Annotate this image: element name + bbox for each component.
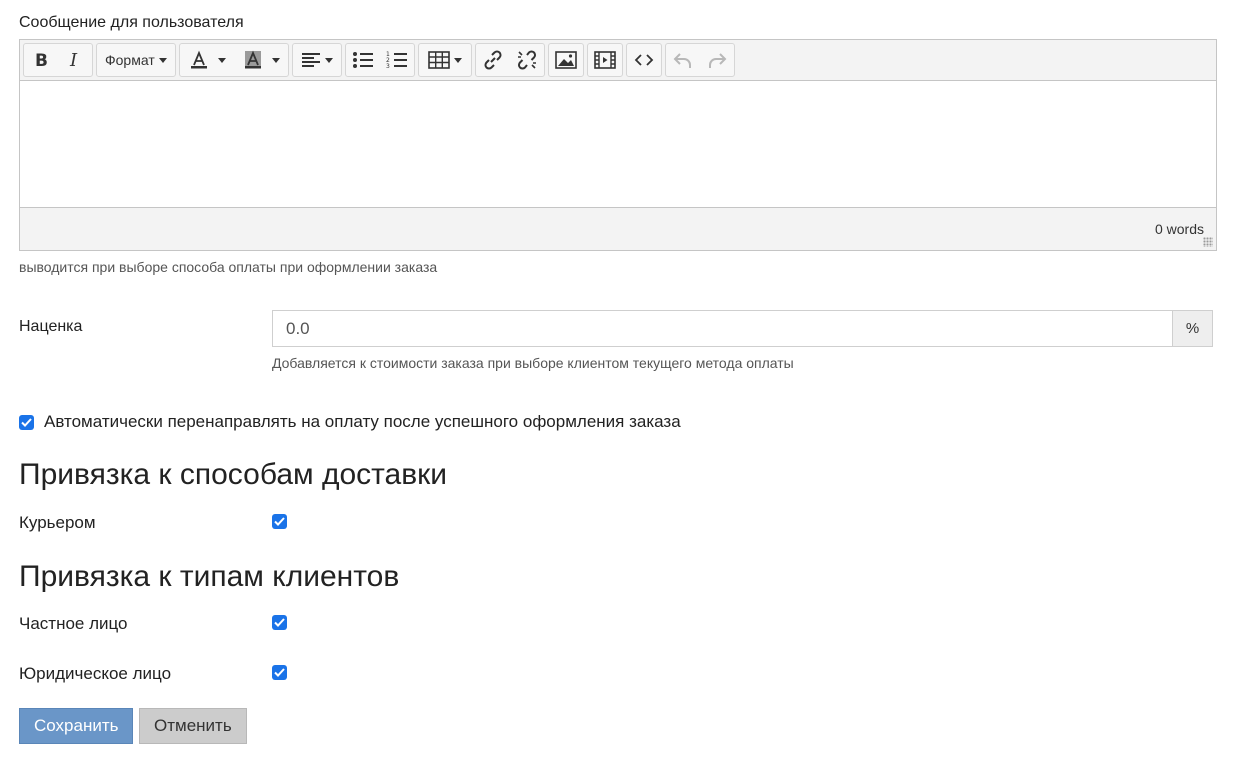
checkmark-icon xyxy=(274,668,285,677)
client-type-private-field xyxy=(272,615,287,630)
delivery-courier-field xyxy=(272,514,287,529)
chevron-down-icon xyxy=(158,57,167,63)
italic-icon: I xyxy=(69,51,78,69)
toolbar-group-code xyxy=(625,43,662,77)
bullet-list-button[interactable] xyxy=(346,44,380,76)
unlink-button[interactable] xyxy=(510,44,544,76)
redo-icon xyxy=(708,53,727,68)
editor-label: Сообщение для пользователя xyxy=(19,14,244,31)
undo-button[interactable] xyxy=(666,44,700,76)
source-code-button[interactable] xyxy=(627,44,661,76)
chevron-down-icon xyxy=(453,57,462,63)
toolbar-group-color xyxy=(178,43,289,77)
chevron-down-icon xyxy=(324,57,333,63)
toolbar-group-align xyxy=(291,43,342,77)
percent-addon: % xyxy=(1172,310,1213,347)
text-color-icon xyxy=(190,50,207,69)
toolbar-group-format: Формат xyxy=(96,43,176,77)
table-button[interactable] xyxy=(419,44,471,76)
delivery-section-title: Привязка к способам доставки xyxy=(19,458,448,491)
background-color-button[interactable] xyxy=(234,44,288,76)
unlink-icon xyxy=(517,50,536,70)
text-color-button[interactable] xyxy=(180,44,234,76)
svg-text:3: 3 xyxy=(386,63,390,70)
chevron-down-icon xyxy=(217,57,226,63)
bullet-list-icon xyxy=(352,52,373,68)
markup-label: Наценка xyxy=(19,318,83,335)
editor-content-area[interactable] xyxy=(20,81,1216,207)
bold-button[interactable]: B xyxy=(24,44,58,76)
redo-button[interactable] xyxy=(700,44,734,76)
toolbar-group-media xyxy=(586,43,623,77)
toolbar-group-image xyxy=(547,43,584,77)
toolbar-group-links xyxy=(474,43,545,77)
editor-help-text: выводится при выборе способа оплаты при … xyxy=(19,259,438,275)
auto-redirect-label: Автоматически перенаправлять на оплату п… xyxy=(44,412,681,431)
markup-input-group: % xyxy=(272,310,1213,347)
resize-handle-icon[interactable] xyxy=(1203,237,1213,247)
delivery-courier-label: Курьером xyxy=(19,513,96,532)
media-button[interactable] xyxy=(588,44,622,76)
numbered-list-icon: 123 xyxy=(386,51,407,70)
align-button[interactable] xyxy=(293,44,341,76)
auto-redirect-row: Автоматически перенаправлять на оплату п… xyxy=(19,412,681,432)
toolbar-group-lists: 123 xyxy=(344,43,415,77)
italic-button[interactable]: I xyxy=(58,44,92,76)
format-dropdown[interactable]: Формат xyxy=(97,44,175,76)
svg-text:I: I xyxy=(69,51,78,69)
client-type-private-label: Частное лицо xyxy=(19,614,128,633)
client-type-legal-field xyxy=(272,665,287,680)
editor-toolbar: B I Формат 1 2 3 xyxy=(20,40,1216,81)
markup-input[interactable] xyxy=(272,310,1172,347)
save-button[interactable]: Сохранить xyxy=(19,708,134,744)
bold-icon: B xyxy=(35,51,48,69)
client-types-section-title: Привязка к типам клиентов xyxy=(19,560,400,593)
image-icon xyxy=(554,51,577,69)
media-icon xyxy=(593,51,616,69)
editor-statusbar: 0 words xyxy=(20,207,1216,250)
cancel-button[interactable]: Отменить xyxy=(139,708,247,744)
toolbar-group-history xyxy=(664,43,735,77)
table-icon xyxy=(427,51,450,69)
format-label: Формат xyxy=(105,52,155,68)
toolbar-group-table xyxy=(417,43,472,77)
checkmark-icon xyxy=(274,618,285,627)
chevron-down-icon xyxy=(271,57,280,63)
code-icon xyxy=(634,54,654,66)
word-count: 0 words xyxy=(1154,221,1204,237)
checkmark-icon xyxy=(21,417,32,427)
toolbar-group-style: B I xyxy=(23,43,93,77)
rich-text-editor: B I Формат 1 2 3 0 words xyxy=(19,39,1217,251)
link-button[interactable] xyxy=(476,44,510,76)
background-color-icon xyxy=(244,50,261,69)
svg-text:B: B xyxy=(35,51,48,69)
client-type-legal-checkbox[interactable] xyxy=(272,665,287,680)
client-type-legal-label: Юридическое лицо xyxy=(19,664,172,683)
checkmark-icon xyxy=(274,517,285,526)
delivery-courier-checkbox[interactable] xyxy=(272,514,287,529)
auto-redirect-checkbox[interactable] xyxy=(19,414,34,430)
link-icon xyxy=(484,50,502,70)
image-button[interactable] xyxy=(549,44,583,76)
undo-icon xyxy=(673,53,691,68)
markup-help-text: Добавляется к стоимости заказа при выбор… xyxy=(272,355,794,371)
align-icon xyxy=(301,53,320,67)
client-type-private-checkbox[interactable] xyxy=(272,615,287,630)
numbered-list-button[interactable]: 123 xyxy=(380,44,414,76)
